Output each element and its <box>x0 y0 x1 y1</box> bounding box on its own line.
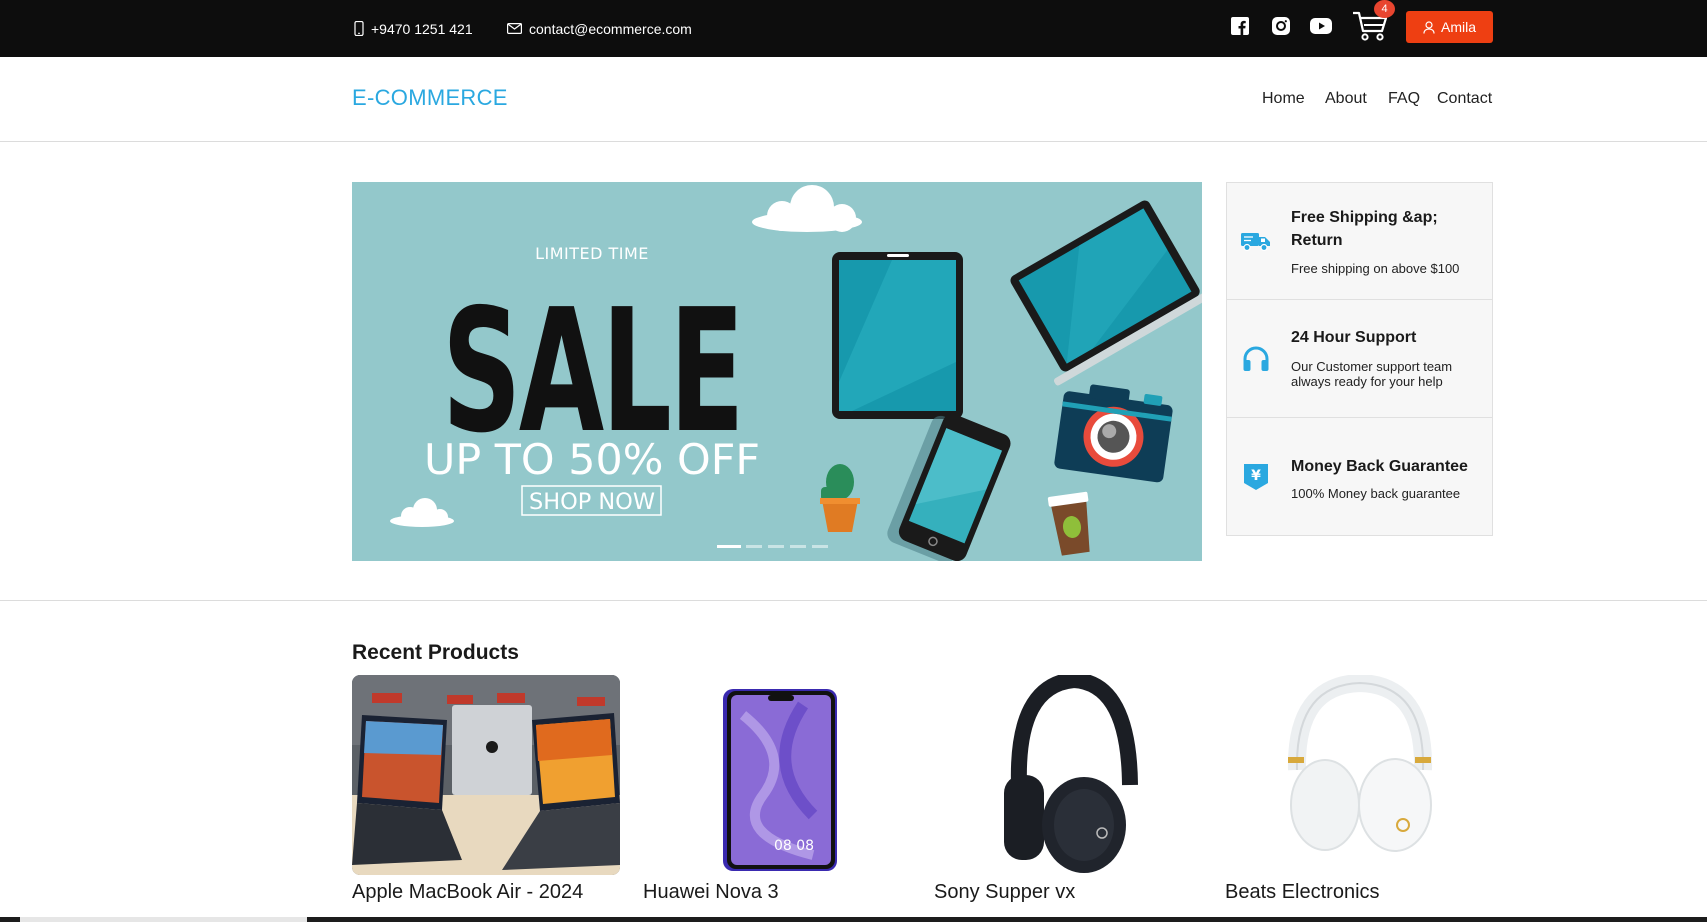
feature-free-shipping: Free Shipping &ap; Return Free shipping … <box>1227 183 1492 300</box>
user-icon <box>1423 20 1435 34</box>
product-card[interactable]: Beats Electronics <box>1225 675 1493 903</box>
banner-line3: UP TO 50% OFF <box>424 435 760 484</box>
headphones-icon <box>1241 344 1271 374</box>
feature-title: Free Shipping &ap; Return <box>1291 209 1438 249</box>
svg-text:08 08: 08 08 <box>774 838 814 854</box>
banner-line1: LIMITED TIME <box>535 244 649 263</box>
banner-cta: SHOP NOW <box>529 490 655 515</box>
carousel-indicators <box>717 545 828 548</box>
cactus-icon <box>820 464 860 532</box>
user-account-button[interactable]: Amila <box>1406 11 1493 43</box>
product-card[interactable]: 08 08 Huawei Nova 3 <box>643 675 911 903</box>
feature-description: 100% Money back guarantee <box>1291 486 1461 501</box>
nav-faq[interactable]: FAQ <box>1388 90 1420 108</box>
feature-title: 24 Hour Support <box>1291 329 1417 346</box>
mail-icon <box>507 23 522 34</box>
email-address: contact@ecommerce.com <box>529 20 692 37</box>
hero-banner[interactable]: LIMITED TIME SALE UP TO 50% OFF SHOP NOW <box>352 182 1202 561</box>
section-divider <box>0 600 1707 601</box>
phone-contact[interactable]: +9470 1251 421 <box>354 0 473 57</box>
product-name[interactable]: Beats Electronics <box>1225 881 1380 904</box>
feature-description: Our Customer support team always ready f… <box>1291 359 1453 389</box>
product-name[interactable]: Huawei Nova 3 <box>643 881 779 904</box>
facebook-icon[interactable] <box>1230 16 1250 36</box>
product-image-huawei[interactable]: 08 08 <box>643 675 911 875</box>
money-back-icon: ¥ <box>1241 462 1271 492</box>
cart-count-badge: 4 <box>1374 0 1395 18</box>
nav-home[interactable]: Home <box>1262 90 1305 108</box>
camera-icon <box>1054 384 1173 483</box>
features-panel: Free Shipping &ap; Return Free shipping … <box>1226 182 1493 536</box>
laptop-icon <box>1010 200 1202 386</box>
banner-illustration: LIMITED TIME SALE UP TO 50% OFF SHOP NOW <box>390 185 1202 561</box>
nav-contact[interactable]: Contact <box>1437 90 1492 108</box>
tablet-icon <box>832 252 963 419</box>
email-contact[interactable]: contact@ecommerce.com <box>507 0 692 57</box>
phone-number: +9470 1251 421 <box>371 20 473 37</box>
youtube-icon[interactable] <box>1310 16 1332 36</box>
instagram-icon[interactable] <box>1271 16 1291 36</box>
user-name: Amila <box>1440 19 1476 35</box>
truck-icon <box>1241 226 1271 256</box>
top-bar: +9470 1251 421 contact@ecommerce.com 4 A… <box>0 0 1707 57</box>
brand-logo[interactable]: E-COMMERCE <box>352 85 508 111</box>
phone-icon <box>354 21 364 36</box>
nav-about[interactable]: About <box>1325 90 1367 108</box>
feature-description: Free shipping on above $100 <box>1291 261 1460 276</box>
feature-support: 24 Hour Support Our Customer support tea… <box>1227 301 1492 418</box>
feature-title: Money Back Guarantee <box>1291 458 1468 475</box>
feature-money-back: ¥ Money Back Guarantee 100% Money back g… <box>1227 419 1492 536</box>
product-image-sony[interactable] <box>934 675 1202 875</box>
recent-products-title: Recent Products <box>352 641 519 664</box>
product-name[interactable]: Sony Supper vx <box>934 881 1075 904</box>
scrollbar-thumb[interactable] <box>20 917 307 922</box>
product-card[interactable]: Sony Supper vx <box>934 675 1202 903</box>
product-image-macbook[interactable] <box>352 675 620 875</box>
svg-text:¥: ¥ <box>1251 468 1261 484</box>
coffee-cup-icon <box>1047 491 1090 556</box>
product-name[interactable]: Apple MacBook Air - 2024 <box>352 881 583 904</box>
phone-illustration <box>887 414 1011 561</box>
product-image-beats[interactable] <box>1225 675 1493 875</box>
main-navbar: E-COMMERCE Home About FAQ Contact <box>0 57 1707 142</box>
product-card[interactable]: Apple MacBook Air - 2024 <box>352 675 620 903</box>
